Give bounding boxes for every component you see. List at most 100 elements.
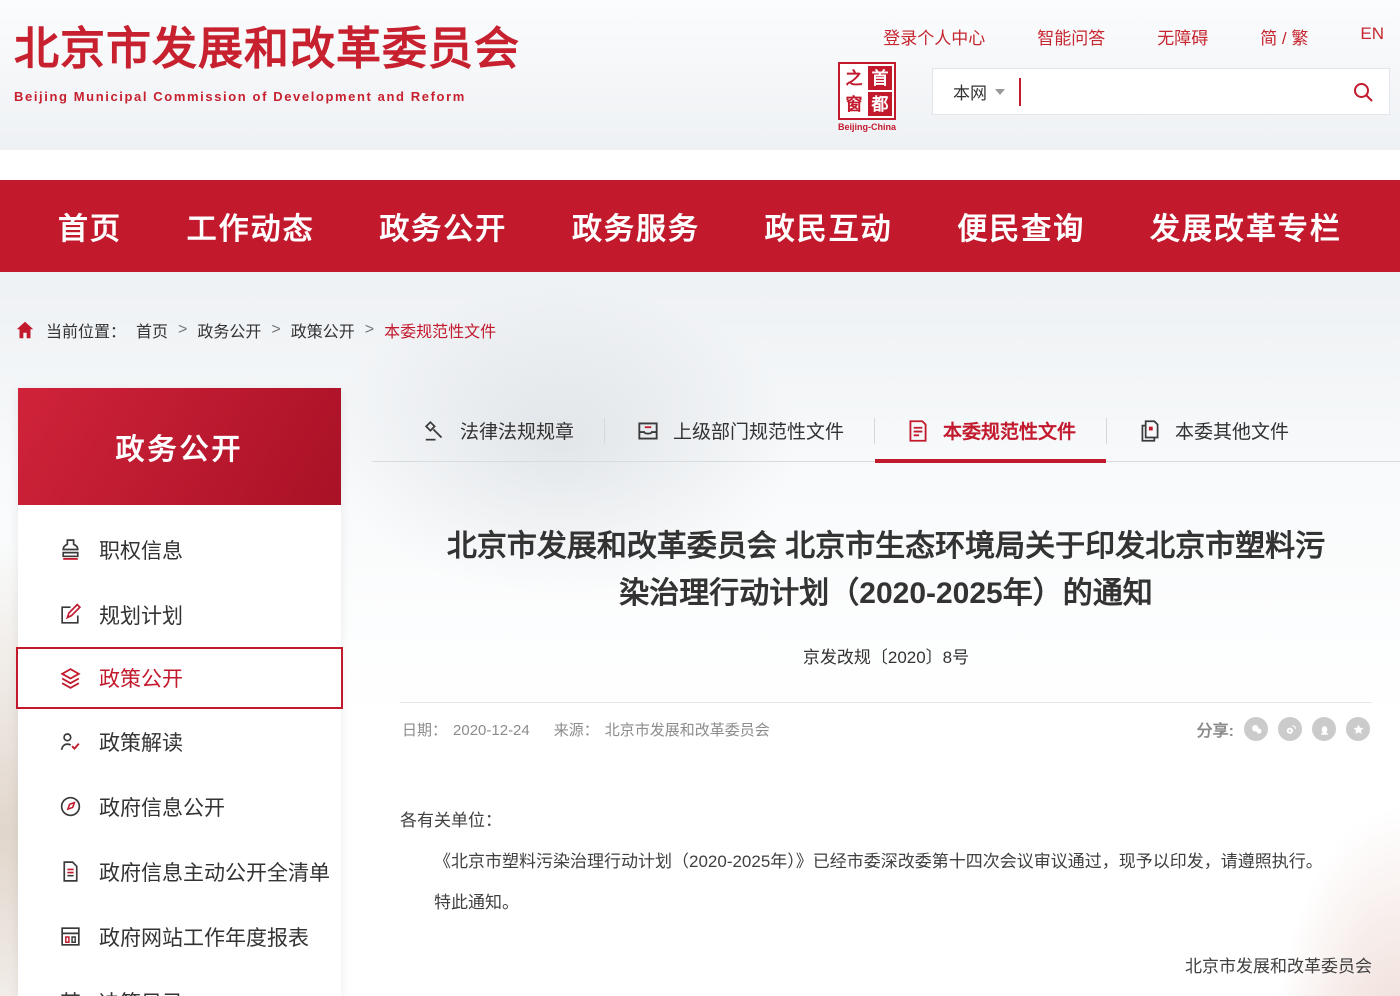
sidebar-item-label: 政府信息公开 bbox=[99, 792, 225, 822]
decision-calendar-icon bbox=[58, 989, 83, 996]
top-links: 登录个人中心 智能问答 无障碍 简 / 繁 EN bbox=[883, 24, 1384, 49]
inbox-icon bbox=[635, 418, 661, 444]
seal-char: 之 bbox=[842, 66, 866, 90]
salutation: 各有关单位： bbox=[400, 801, 1372, 842]
red-document-icon bbox=[905, 418, 931, 444]
nav-item-work-news[interactable]: 工作动态 bbox=[187, 204, 315, 248]
sidebar-item-label: 职权信息 bbox=[99, 535, 183, 565]
nav-item-home[interactable]: 首页 bbox=[58, 204, 122, 248]
top-link-smart-qa[interactable]: 智能问答 bbox=[1037, 24, 1105, 49]
search-icon bbox=[1351, 80, 1375, 104]
source-value: 北京市发展和改革委员会 bbox=[605, 722, 770, 739]
sidebar-item-proactive-disclosure-list[interactable]: 政府信息主动公开全清单 bbox=[18, 839, 341, 904]
search-input[interactable] bbox=[1021, 68, 1337, 115]
sidebar-item-label: 政府网站工作年度报表 bbox=[99, 922, 309, 952]
share-bar: 分享: bbox=[1197, 717, 1370, 741]
tab-label: 上级部门规范性文件 bbox=[673, 417, 844, 444]
sidebar-item-label: 决策目录 bbox=[99, 987, 183, 996]
article-meta: 日期：2020-12-24来源：北京市发展和改革委员会 分享: bbox=[400, 703, 1372, 755]
main-nav: 首页 工作动态 政务公开 政务服务 政民互动 便民查询 发展改革专栏 bbox=[0, 180, 1400, 272]
search-bar: 本网 bbox=[932, 68, 1390, 115]
sidebar-item-plans[interactable]: 规划计划 bbox=[18, 582, 341, 647]
sidebar-title: 政务公开 bbox=[18, 388, 341, 505]
article-title: 北京市发展和改革委员会 北京市生态环境局关于印发北京市塑料污染治理行动计划（20… bbox=[434, 524, 1339, 617]
search-button[interactable] bbox=[1337, 80, 1389, 104]
breadcrumb-separator: > bbox=[271, 321, 280, 339]
site-logo[interactable]: 北京市发展和改革委员会 Beijing Municipal Commission… bbox=[14, 12, 520, 104]
page: 北京市发展和改革委员会 Beijing Municipal Commission… bbox=[0, 0, 1400, 996]
top-link-login[interactable]: 登录个人中心 bbox=[883, 24, 985, 49]
document-tabs: 法律法规规章 上级部门规范性文件 本委规范性文件 bbox=[372, 400, 1400, 462]
sidebar-item-policy-disclosure[interactable]: 政策公开 bbox=[16, 647, 343, 709]
site-subtitle: Beijing Municipal Commission of Developm… bbox=[14, 89, 520, 104]
breadcrumb-separator: > bbox=[178, 321, 187, 339]
seal-caption: Beijing-China bbox=[835, 122, 899, 132]
tab-committee-normative-documents[interactable]: 本委规范性文件 bbox=[875, 400, 1106, 461]
sidebar-item-label: 政府信息主动公开全清单 bbox=[99, 857, 330, 887]
nav-item-gov-disclosure[interactable]: 政务公开 bbox=[379, 204, 507, 248]
plan-pencil-icon bbox=[58, 602, 83, 627]
breadcrumb-item-home[interactable]: 首页 bbox=[136, 318, 168, 342]
sidebar-list: 职权信息 规划计划 政策公开 政策解读 bbox=[18, 505, 341, 996]
top-link-english[interactable]: EN bbox=[1360, 24, 1384, 49]
breadcrumb-item-gov-disclosure[interactable]: 政务公开 bbox=[197, 318, 261, 342]
nav-item-convenient-query[interactable]: 便民查询 bbox=[957, 204, 1085, 248]
sidebar: 政务公开 职权信息 规划计划 政策公开 bbox=[18, 388, 341, 996]
breadcrumb: 当前位置： 首页 > 政务公开 > 政策公开 > 本委规范性文件 bbox=[14, 318, 496, 342]
top-header: 北京市发展和改革委员会 Beijing Municipal Commission… bbox=[0, 0, 1400, 150]
article-meta-left: 日期：2020-12-24来源：北京市发展和改革委员会 bbox=[402, 719, 776, 740]
wechat-icon[interactable] bbox=[1244, 717, 1268, 741]
layers-icon bbox=[58, 666, 83, 691]
nav-item-interaction[interactable]: 政民互动 bbox=[765, 204, 893, 248]
article: 北京市发展和改革委员会 北京市生态环境局关于印发北京市塑料污染治理行动计划（20… bbox=[372, 462, 1400, 988]
breadcrumb-separator: > bbox=[365, 321, 374, 339]
star-icon[interactable] bbox=[1346, 717, 1370, 741]
paragraph: 《北京市塑料污染治理行动计划（2020-2025年）》已经市委深改委第十四次会议… bbox=[400, 842, 1372, 883]
stamp-icon bbox=[58, 537, 83, 562]
top-link-simplified-traditional[interactable]: 简 / 繁 bbox=[1260, 24, 1308, 49]
breadcrumb-item-current[interactable]: 本委规范性文件 bbox=[384, 318, 496, 342]
sidebar-item-decision-catalog[interactable]: 决策目录 bbox=[18, 969, 341, 996]
seal-char: 首 bbox=[868, 66, 892, 90]
main-content: 法律法规规章 上级部门规范性文件 本委规范性文件 bbox=[372, 400, 1400, 988]
gavel-icon bbox=[422, 418, 448, 444]
seal-char: 窗 bbox=[842, 92, 866, 116]
tab-label: 本委规范性文件 bbox=[943, 417, 1076, 444]
sidebar-item-label: 规划计划 bbox=[99, 600, 183, 630]
tab-committee-other-documents[interactable]: 本委其他文件 bbox=[1107, 400, 1319, 461]
seal-char: 都 bbox=[868, 92, 892, 116]
sidebar-item-gov-info-disclosure[interactable]: 政府信息公开 bbox=[18, 774, 341, 839]
nav-item-reform-column[interactable]: 发展改革专栏 bbox=[1150, 204, 1342, 248]
article-body: 各有关单位： 《北京市塑料污染治理行动计划（2020-2025年）》已经市委深改… bbox=[400, 801, 1372, 988]
site-title: 北京市发展和改革委员会 bbox=[14, 12, 520, 77]
paragraph: 特此通知。 bbox=[400, 883, 1372, 924]
nav-item-gov-services[interactable]: 政务服务 bbox=[572, 204, 700, 248]
weibo-icon[interactable] bbox=[1278, 717, 1302, 741]
tab-laws-regulations[interactable]: 法律法规规章 bbox=[392, 400, 604, 461]
sidebar-item-label: 政策解读 bbox=[99, 727, 183, 757]
search-scope-label: 本网 bbox=[953, 79, 987, 104]
home-icon[interactable] bbox=[14, 319, 36, 341]
breadcrumb-label: 当前位置： bbox=[46, 318, 126, 342]
chevron-down-icon bbox=[995, 89, 1005, 95]
sidebar-item-website-annual-report[interactable]: 政府网站工作年度报表 bbox=[18, 904, 341, 969]
sidebar-item-label: 政策公开 bbox=[99, 663, 183, 693]
sidebar-item-policy-interpretation[interactable]: 政策解读 bbox=[18, 709, 341, 774]
sidebar-item-authority-info[interactable]: 职权信息 bbox=[18, 517, 341, 582]
document-list-icon bbox=[58, 859, 83, 884]
document-number: 京发改规〔2020〕8号 bbox=[400, 643, 1372, 668]
qq-icon[interactable] bbox=[1312, 717, 1336, 741]
tab-superior-normative-documents[interactable]: 上级部门规范性文件 bbox=[605, 400, 874, 461]
seal-grid: 之 首 窗 都 bbox=[838, 62, 896, 120]
search-scope-dropdown[interactable]: 本网 bbox=[933, 79, 1019, 104]
date-value: 2020-12-24 bbox=[453, 722, 530, 739]
share-label: 分享: bbox=[1197, 717, 1234, 741]
breadcrumb-item-policy-disclosure[interactable]: 政策公开 bbox=[291, 318, 355, 342]
top-link-accessibility[interactable]: 无障碍 bbox=[1157, 24, 1208, 49]
compass-icon bbox=[58, 794, 83, 819]
signature: 北京市发展和改革委员会 bbox=[400, 947, 1372, 988]
date-label: 日期： bbox=[402, 722, 447, 739]
copy-pages-icon bbox=[1137, 418, 1163, 444]
capital-window-seal-logo[interactable]: 之 首 窗 都 Beijing-China bbox=[835, 62, 899, 132]
tab-label: 法律法规规章 bbox=[460, 417, 574, 444]
